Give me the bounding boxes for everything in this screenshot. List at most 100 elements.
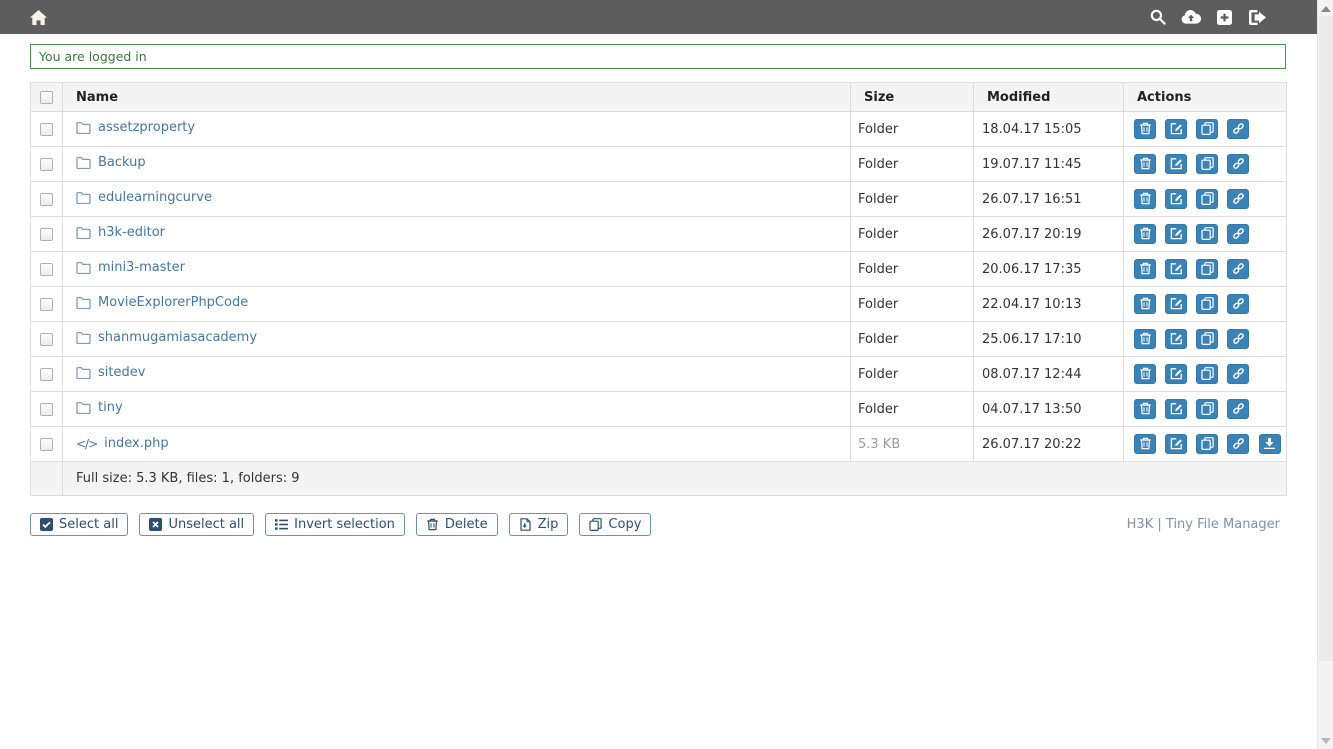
copy-icon: [1201, 367, 1214, 380]
delete-item-button[interactable]: [1134, 329, 1156, 349]
folder-icon: [76, 191, 91, 204]
row-checkbox[interactable]: [40, 333, 53, 346]
top-navbar: [0, 0, 1317, 34]
direct-link-button[interactable]: [1227, 294, 1249, 314]
delete-item-button[interactable]: [1134, 189, 1156, 209]
direct-link-button[interactable]: [1227, 329, 1249, 349]
scroll-up-arrow[interactable]: [1321, 6, 1331, 12]
list-icon: [275, 518, 288, 531]
x-square-icon: [149, 518, 162, 531]
rename-item-button[interactable]: [1165, 189, 1187, 209]
delete-item-button[interactable]: [1134, 119, 1156, 139]
actions-column-header: Actions: [1124, 83, 1287, 112]
rename-item-button[interactable]: [1165, 224, 1187, 244]
item-link[interactable]: </> tiny: [76, 400, 123, 415]
copy-item-button[interactable]: [1196, 294, 1218, 314]
delete-item-button[interactable]: [1134, 399, 1156, 419]
item-name: index.php: [104, 436, 168, 451]
item-link[interactable]: </> assetzproperty: [76, 120, 195, 135]
copy-item-button[interactable]: [1196, 364, 1218, 384]
copy-button[interactable]: Copy: [579, 513, 651, 536]
folder-icon: [76, 331, 91, 344]
copy-item-button[interactable]: [1196, 119, 1218, 139]
row-checkbox[interactable]: [40, 228, 53, 241]
rename-item-button[interactable]: [1165, 364, 1187, 384]
size-column-header: Size: [851, 83, 974, 112]
copy-item-button[interactable]: [1196, 154, 1218, 174]
item-link[interactable]: </> mini3-master: [76, 260, 185, 275]
archive-file-icon: [519, 518, 532, 531]
direct-link-button[interactable]: [1227, 224, 1249, 244]
unselect-all-button[interactable]: Unselect all: [139, 513, 254, 536]
home-button[interactable]: [26, 5, 50, 29]
brand-link[interactable]: H3K: [1127, 517, 1154, 532]
delete-item-button[interactable]: [1134, 224, 1156, 244]
select-all-button[interactable]: Select all: [30, 513, 128, 536]
item-modified: 25.06.17 17:10: [974, 322, 1124, 357]
row-checkbox[interactable]: [40, 263, 53, 276]
delete-item-button[interactable]: [1134, 259, 1156, 279]
row-checkbox[interactable]: [40, 438, 53, 451]
copy-item-button[interactable]: [1196, 259, 1218, 279]
edit-icon: [1170, 192, 1183, 205]
zip-button[interactable]: Zip: [509, 513, 569, 536]
rename-item-button[interactable]: [1165, 294, 1187, 314]
delete-item-button[interactable]: [1134, 154, 1156, 174]
item-link[interactable]: </> h3k-editor: [76, 225, 165, 240]
item-link[interactable]: </> shanmugamiasacademy: [76, 330, 257, 345]
copy-item-button[interactable]: [1196, 329, 1218, 349]
direct-link-button[interactable]: [1227, 364, 1249, 384]
row-checkbox[interactable]: [40, 298, 53, 311]
rename-item-button[interactable]: [1165, 259, 1187, 279]
upload-button[interactable]: [1179, 5, 1203, 29]
item-link[interactable]: </> Backup: [76, 155, 146, 170]
copy-item-button[interactable]: [1196, 399, 1218, 419]
plus-square-icon: [1217, 10, 1232, 25]
new-item-button[interactable]: [1212, 5, 1236, 29]
rename-item-button[interactable]: [1165, 399, 1187, 419]
copy-item-button[interactable]: [1196, 224, 1218, 244]
copy-icon: [1201, 437, 1214, 450]
delete-item-button[interactable]: [1134, 364, 1156, 384]
edit-icon: [1170, 122, 1183, 135]
item-link[interactable]: </> edulearningcurve: [76, 190, 212, 205]
item-link[interactable]: </> sitedev: [76, 365, 145, 380]
login-alert: You are logged in: [30, 44, 1286, 69]
delete-item-button[interactable]: [1134, 434, 1156, 454]
item-size: Folder: [851, 392, 974, 427]
copy-item-button[interactable]: [1196, 189, 1218, 209]
item-link[interactable]: </> index.php: [76, 436, 169, 451]
direct-link-button[interactable]: [1227, 119, 1249, 139]
row-checkbox[interactable]: [40, 403, 53, 416]
logout-button[interactable]: [1245, 5, 1269, 29]
scrollbar-thumb[interactable]: [1319, 16, 1333, 661]
row-checkbox[interactable]: [40, 193, 53, 206]
download-button[interactable]: [1259, 434, 1281, 454]
rename-item-button[interactable]: [1165, 329, 1187, 349]
row-checkbox[interactable]: [40, 158, 53, 171]
delete-button[interactable]: Delete: [416, 513, 498, 536]
item-link[interactable]: </> MovieExplorerPhpCode: [76, 295, 248, 310]
direct-link-button[interactable]: [1227, 399, 1249, 419]
direct-link-button[interactable]: [1227, 259, 1249, 279]
rename-item-button[interactable]: [1165, 119, 1187, 139]
direct-link-button[interactable]: [1227, 434, 1249, 454]
rename-item-button[interactable]: [1165, 434, 1187, 454]
copy-item-button[interactable]: [1196, 434, 1218, 454]
delete-item-button[interactable]: [1134, 294, 1156, 314]
table-row: </> mini3-master Folder 20.06.17 17:35: [31, 252, 1287, 287]
select-all-checkbox[interactable]: [40, 91, 53, 104]
trash-icon: [1139, 402, 1152, 415]
row-checkbox[interactable]: [40, 368, 53, 381]
direct-link-button[interactable]: [1227, 154, 1249, 174]
row-checkbox[interactable]: [40, 123, 53, 136]
page-scrollbar[interactable]: [1317, 0, 1333, 749]
invert-selection-button[interactable]: Invert selection: [265, 513, 405, 536]
trash-icon: [1139, 227, 1152, 240]
summary-text: Full size: 5.3 KB, files: 1, folders: 9: [63, 462, 1287, 496]
scroll-down-arrow[interactable]: [1321, 738, 1331, 744]
direct-link-button[interactable]: [1227, 189, 1249, 209]
rename-item-button[interactable]: [1165, 154, 1187, 174]
search-button[interactable]: [1146, 5, 1170, 29]
edit-icon: [1170, 332, 1183, 345]
